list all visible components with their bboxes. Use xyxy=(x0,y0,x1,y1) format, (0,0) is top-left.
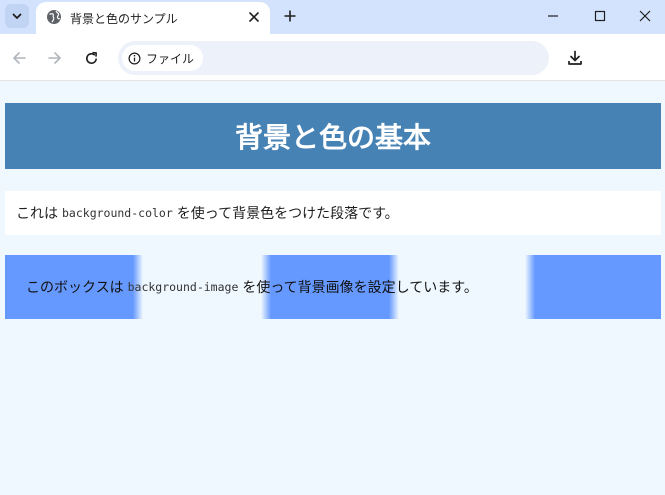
download-button[interactable] xyxy=(563,46,587,70)
address-bar[interactable]: ファイル xyxy=(118,41,549,75)
active-tab[interactable]: 背景と色のサンプル xyxy=(36,2,270,34)
info-icon xyxy=(128,52,141,64)
site-info-label: ファイル xyxy=(146,51,195,66)
page-heading: 背景と色の基本 xyxy=(5,103,661,169)
globe-icon xyxy=(47,10,61,24)
para1-text-before: これは xyxy=(16,206,58,222)
plus-icon xyxy=(284,10,296,22)
para2-text-before: このボックスは xyxy=(26,280,124,296)
reload-icon xyxy=(85,51,97,64)
maximize-button[interactable] xyxy=(588,4,612,28)
site-info-chip[interactable]: ファイル xyxy=(122,45,204,71)
chevron-down-icon xyxy=(12,13,22,19)
para1-code: background-color xyxy=(62,206,173,220)
para2-text-after: を使って背景画像を設定しています。 xyxy=(242,280,478,296)
maximize-icon xyxy=(594,10,606,22)
minimize-icon xyxy=(548,15,558,17)
tab-title: 背景と色のサンプル xyxy=(70,12,178,26)
arrow-right-icon xyxy=(48,52,61,64)
page-viewport: 背景と色の基本 これは background-color を使って背景色をつけた… xyxy=(0,82,665,495)
forward-button[interactable] xyxy=(43,46,67,70)
background-image-box: このボックスは background-image を使って背景画像を設定していま… xyxy=(5,255,661,319)
para1-text-after: を使って背景色をつけた段落です。 xyxy=(176,206,399,222)
arrow-left-icon xyxy=(13,52,26,64)
close-icon xyxy=(639,10,651,22)
back-button[interactable] xyxy=(7,46,31,70)
download-icon xyxy=(568,50,582,65)
tab-strip: 背景と色のサンプル xyxy=(0,0,665,34)
tab-close-button[interactable] xyxy=(246,9,262,25)
close-window-button[interactable] xyxy=(633,4,657,28)
minimize-button[interactable] xyxy=(541,4,565,28)
reload-button[interactable] xyxy=(79,46,103,70)
close-icon xyxy=(249,12,259,22)
tab-search-button[interactable] xyxy=(5,4,29,28)
browser-toolbar: ファイル xyxy=(0,34,665,81)
new-tab-button[interactable] xyxy=(280,6,300,26)
para2-code: background-image xyxy=(127,280,239,294)
background-color-paragraph: これは background-color を使って背景色をつけた段落です。 xyxy=(5,191,661,235)
